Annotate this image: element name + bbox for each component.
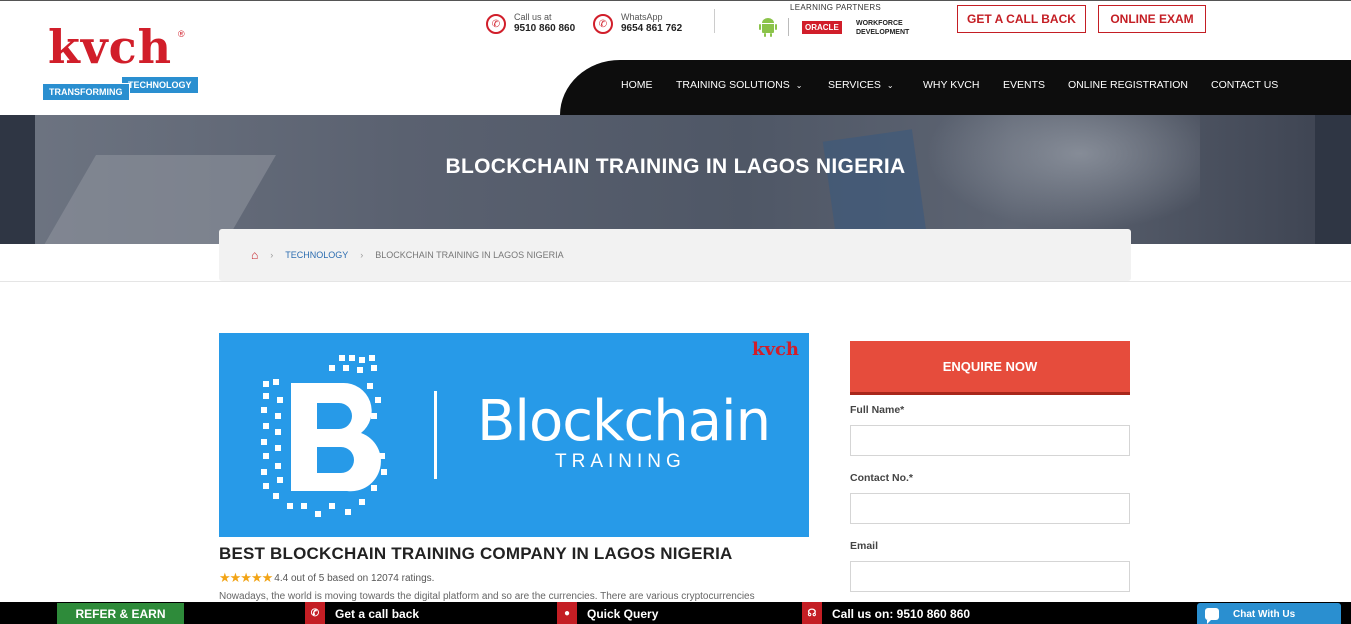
nav-training-solutions-label: TRAINING SOLUTIONS — [676, 79, 790, 91]
get-call-back-label: Get a call back — [335, 606, 420, 621]
logo-registered-mark: ® — [178, 29, 185, 39]
star-rating-icons: ★★★★★ — [219, 570, 273, 585]
logo-tagline-technology: TECHNOLOGY — [122, 77, 198, 93]
refer-earn-button[interactable]: REFER & EARN — [57, 603, 184, 624]
enquire-now-button[interactable]: ENQUIRE NOW — [850, 341, 1130, 395]
chat-bubble-icon — [1205, 608, 1219, 624]
nav-services-label: SERVICES — [828, 79, 881, 91]
nav-training-solutions[interactable]: TRAINING SOLUTIONS ⌄ — [676, 79, 802, 91]
blockchain-course-image: kvch Blockchain TRAINING — [219, 333, 809, 537]
full-name-label: Full Name* — [850, 404, 905, 416]
page-banner: BLOCKCHAIN TRAINING IN LAGOS NIGERIA — [0, 115, 1351, 244]
breadcrumb-link-technology[interactable]: TECHNOLOGY — [285, 250, 348, 260]
sticky-bottom-bar: REFER & EARN ✆ Get a call back ● Quick Q… — [0, 602, 1351, 624]
whatsapp-number: 9654 861 762 — [621, 23, 683, 34]
nav-home-label: HOME — [621, 79, 653, 91]
oracle-text-line-1: WORKFORCE — [856, 20, 903, 27]
logo-wordmark: kvch — [48, 20, 173, 74]
logo-tagline-transforming: TRANSFORMING — [42, 83, 130, 101]
breadcrumb-current: BLOCKCHAIN TRAINING IN LAGOS NIGERIA — [375, 250, 564, 260]
quick-query-label: Quick Query — [587, 606, 659, 621]
call-label: Call us at — [514, 12, 552, 22]
nav-why-kvch[interactable]: WHY KVCH — [923, 79, 979, 91]
online-exam-button[interactable]: ONLINE EXAM — [1098, 5, 1206, 33]
chat-label: Chat With Us — [1233, 608, 1296, 620]
chat-with-us-button[interactable]: Chat With Us — [1197, 603, 1341, 624]
banner-book-shape-2 — [822, 129, 928, 244]
full-name-field[interactable] — [850, 425, 1130, 456]
whatsapp-label: WhatsApp — [621, 12, 663, 22]
kvch-logo[interactable]: kvch ® TECHNOLOGY TRANSFORMING — [42, 21, 202, 101]
nav-events-label: EVENTS — [1003, 79, 1046, 91]
course-rating: ★★★★★ 4.4 out of 5 based on 12074 rating… — [219, 570, 434, 586]
call-us-link[interactable]: ☊ Call us on: 9510 860 860 — [802, 602, 970, 624]
phone-icon: ✆ — [486, 14, 506, 34]
user-icon: ● — [557, 602, 577, 624]
course-heading: BEST BLOCKCHAIN TRAINING COMPANY IN LAGO… — [219, 544, 733, 563]
android-icon — [759, 18, 777, 37]
email-label: Email — [850, 540, 879, 552]
banner-edge-right — [1315, 115, 1351, 244]
whatsapp-contact[interactable]: ✆ WhatsApp 9654 861 762 — [593, 11, 682, 37]
oracle-text-line-2: DEVELOPMENT — [856, 29, 910, 36]
nav-contact-us[interactable]: CONTACT US — [1211, 79, 1278, 91]
hero-training-word: TRAINING — [555, 451, 686, 472]
nav-online-registration-label: ONLINE REGISTRATION — [1068, 79, 1188, 91]
chevron-down-icon: ⌄ — [886, 81, 894, 90]
hero-kvch-logo: kvch — [752, 339, 799, 360]
rating-text: 4.4 out of 5 based on 12074 ratings. — [274, 572, 435, 584]
nav-contact-us-label: CONTACT US — [1211, 79, 1279, 91]
hero-blockchain-word: Blockchain — [477, 389, 771, 454]
main-nav: HOME TRAINING SOLUTIONS ⌄ SERVICES ⌄ WHY K… — [560, 60, 1351, 115]
page: kvch ® TECHNOLOGY TRANSFORMING ✆ Call us… — [0, 0, 1351, 624]
get-call-back-button[interactable]: GET A CALL BACK — [957, 5, 1086, 33]
nav-online-registration[interactable]: ONLINE REGISTRATION — [1068, 79, 1188, 91]
nav-events[interactable]: EVENTS — [1003, 79, 1045, 91]
breadcrumb-separator: › — [270, 250, 274, 260]
course-intro-text: Nowadays, the world is moving towards th… — [219, 591, 755, 602]
banner-highlight — [900, 115, 1200, 244]
whatsapp-icon: ✆ — [593, 14, 613, 34]
bitcoin-b-icon — [261, 355, 387, 517]
breadcrumb-separator: › — [360, 250, 364, 260]
call-number: 9510 860 860 — [514, 23, 576, 34]
get-call-back-link[interactable]: ✆ Get a call back — [305, 602, 419, 624]
headset-icon: ☊ — [802, 602, 822, 624]
home-icon[interactable]: ⌂ — [251, 248, 258, 262]
chevron-down-icon: ⌄ — [795, 81, 803, 90]
call-contact[interactable]: ✆ Call us at 9510 860 860 — [486, 11, 575, 37]
quick-query-link[interactable]: ● Quick Query — [557, 602, 658, 624]
nav-home[interactable]: HOME — [621, 79, 653, 91]
site-header: kvch ® TECHNOLOGY TRANSFORMING ✆ Call us… — [0, 1, 1351, 115]
page-title: BLOCKCHAIN TRAINING IN LAGOS NIGERIA — [445, 155, 906, 178]
nav-why-kvch-label: WHY KVCH — [923, 79, 980, 91]
nav-services[interactable]: SERVICES ⌄ — [828, 79, 894, 91]
oracle-logo: ORACLE — [802, 21, 842, 34]
phone-icon: ✆ — [305, 602, 325, 624]
email-field[interactable] — [850, 561, 1130, 592]
banner-edge-left — [0, 115, 35, 244]
partner-divider — [788, 18, 789, 36]
breadcrumb: ⌂ › TECHNOLOGY › BLOCKCHAIN TRAINING IN … — [219, 229, 1131, 281]
call-us-label: Call us on: 9510 860 860 — [832, 606, 971, 621]
oracle-workforce-text: WORKFORCE DEVELOPMENT — [856, 19, 909, 37]
contact-no-label: Contact No.* — [850, 472, 913, 484]
contact-no-field[interactable] — [850, 493, 1130, 524]
header-divider — [714, 9, 715, 33]
learning-partners-label: LEARNING PARTNERS — [790, 3, 882, 12]
hero-divider — [434, 391, 437, 479]
